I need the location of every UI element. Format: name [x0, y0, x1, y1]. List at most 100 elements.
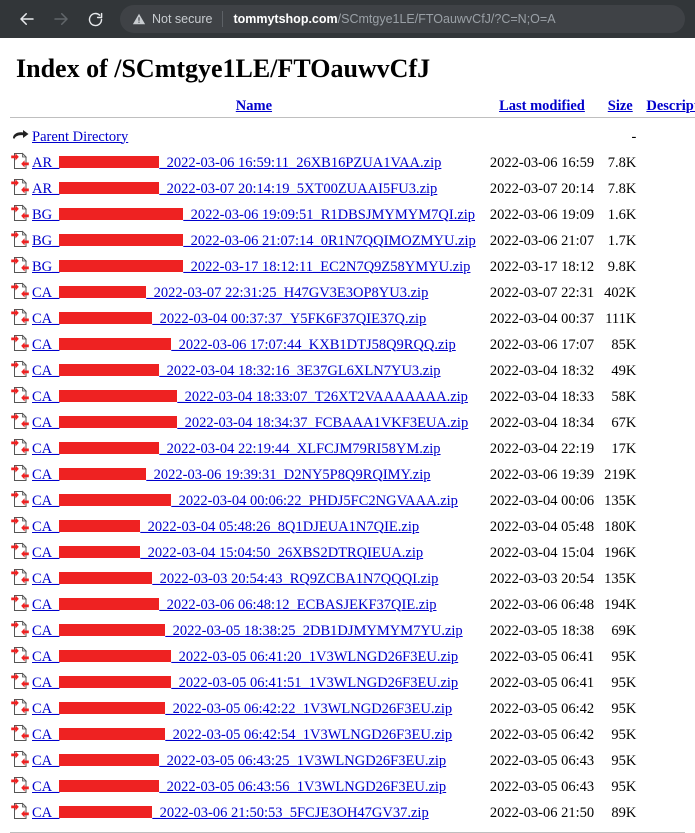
sort-by-description-link[interactable]: Description [646, 98, 695, 114]
file-name-cell[interactable]: CA_ _2022-03-06 21:50:53_5FCJE3OH47GV37.z… [32, 800, 476, 826]
file-name-cell[interactable]: CA_ _2022-03-04 05:48:26_8Q1DJEUA1N7QIE.z… [32, 514, 476, 540]
file-name-link[interactable]: AR_ _2022-03-07 20:14:19_5XT00ZUAAI5FU3.z… [32, 181, 437, 198]
file-name-link[interactable]: CA_ _2022-03-05 06:42:54_1V3WLNGD26F3EU.z… [32, 727, 452, 744]
file-name-cell[interactable]: BG_ _2022-03-17 18:12:11_EC2N7Q9Z58YMYU.z… [32, 254, 476, 280]
table-row[interactable]: CA_ _2022-03-05 06:43:56_1V3WLNGD26F3EU.z… [10, 774, 695, 800]
file-name-link[interactable]: CA_ _2022-03-05 06:43:25_1V3WLNGD26F3EU.z… [32, 753, 446, 770]
reload-icon[interactable] [82, 6, 108, 32]
table-row[interactable]: AR_ _2022-03-07 20:14:19_5XT00ZUAAI5FU3.z… [10, 176, 695, 202]
address-bar[interactable]: Not secure tommytshop.com/SCmtgye1LE/FTO… [120, 5, 685, 33]
file-name-link[interactable]: CA_ _2022-03-05 06:42:22_1V3WLNGD26F3EU.z… [32, 701, 452, 718]
file-modified-cell: 2022-03-07 20:14 [489, 180, 595, 197]
table-row[interactable]: CA_ _2022-03-04 05:48:26_8Q1DJEUA1N7QIE.z… [10, 514, 695, 540]
parent-directory-row[interactable]: Parent Directory - [10, 124, 695, 150]
header-description[interactable]: Description [636, 98, 695, 115]
table-row[interactable]: CA_ _2022-03-05 06:43:25_1V3WLNGD26F3EU.z… [10, 748, 695, 774]
file-name-link[interactable]: CA_ _2022-03-04 00:37:37_Y5FK6F37QIE37Q.z… [32, 311, 426, 328]
table-row[interactable]: CA_ _2022-03-04 00:37:37_Y5FK6F37QIE37Q.z… [10, 306, 695, 332]
file-name-cell[interactable]: CA_ _2022-03-04 18:33:07_T26XT2VAAAAAAA.z… [32, 384, 476, 410]
table-row[interactable]: BG_ _2022-03-17 18:12:11_EC2N7Q9Z58YMYU.z… [10, 254, 695, 280]
file-name-link[interactable]: CA_ _2022-03-05 06:41:20_1V3WLNGD26F3EU.z… [32, 649, 458, 666]
sort-by-name-link[interactable]: Name [236, 98, 272, 114]
table-row[interactable]: CA_ _2022-03-06 17:07:44_KXB1DTJ58Q9RQQ.z… [10, 332, 695, 358]
file-name-cell[interactable]: CA_ _2022-03-06 06:48:12_ECBASJEKF37QIE.z… [32, 592, 476, 618]
file-name-cell[interactable]: CA_ _2022-03-04 00:37:37_Y5FK6F37QIE37Q.z… [32, 306, 476, 332]
sort-by-size-link[interactable]: Size [608, 98, 633, 114]
table-row[interactable]: CA_ _2022-03-06 21:50:53_5FCJE3OH47GV37.z… [10, 800, 695, 826]
table-row[interactable]: CA_ _2022-03-06 19:39:31_D2NY5P8Q9RQIMY.z… [10, 462, 695, 488]
file-name-cell[interactable]: CA_ _2022-03-05 06:42:22_1V3WLNGD26F3EU.z… [32, 696, 476, 722]
file-name-cell[interactable]: CA_ _2022-03-03 20:54:43_RQ9ZCBA1N7QQQI.z… [32, 566, 476, 592]
table-row[interactable]: CA_ _2022-03-04 18:33:07_T26XT2VAAAAAAA.z… [10, 384, 695, 410]
file-name-cell[interactable]: CA_ _2022-03-04 18:34:37_FCBAAA1VKF3EUA.z… [32, 410, 476, 436]
file-name-cell[interactable]: BG_ _2022-03-06 19:09:51_R1DBSJMYMYM7QI.z… [32, 202, 476, 228]
file-name-cell[interactable]: CA_ _2022-03-05 18:38:25_2DB1DJMYMYM7YU.z… [32, 618, 476, 644]
file-name-link[interactable]: CA_ _2022-03-06 06:48:12_ECBASJEKF37QIE.z… [32, 597, 437, 614]
file-name-cell[interactable]: CA_ _2022-03-04 22:19:44_XLFCJM79RI58YM.z… [32, 436, 476, 462]
sort-by-date-link[interactable]: Last modified [499, 98, 585, 114]
file-name-cell[interactable]: CA_ _2022-03-05 06:41:51_1V3WLNGD26F3EU.z… [32, 670, 476, 696]
file-name-link[interactable]: BG_ _2022-03-06 21:07:14_0R1N7QQIMOZMYU.z… [32, 233, 476, 250]
file-name-link[interactable]: BG_ _2022-03-06 19:09:51_R1DBSJMYMYM7QI.z… [32, 207, 475, 224]
file-name-link[interactable]: CA_ _2022-03-05 06:43:56_1V3WLNGD26F3EU.z… [32, 779, 446, 796]
file-name-cell[interactable]: BG_ _2022-03-06 21:07:14_0R1N7QQIMOZMYU.z… [32, 228, 476, 254]
file-name-cell[interactable]: CA_ _2022-03-07 22:31:25_H47GV3E3OP8YU3.z… [32, 280, 476, 306]
table-row[interactable]: BG_ _2022-03-06 21:07:14_0R1N7QQIMOZMYU.z… [10, 228, 695, 254]
file-name-cell[interactable]: CA_ _2022-03-05 06:43:56_1V3WLNGD26F3EU.z… [32, 774, 476, 800]
file-name-link[interactable]: CA_ _2022-03-05 18:38:25_2DB1DJMYMYM7YU.z… [32, 623, 463, 640]
header-last-modified[interactable]: Last modified [476, 98, 594, 115]
header-size[interactable]: Size [594, 98, 636, 115]
back-arrow-icon[interactable] [14, 6, 40, 32]
forward-arrow-icon[interactable] [48, 6, 74, 32]
redaction-block [59, 363, 160, 376]
file-name-cell[interactable]: CA_ _2022-03-05 06:41:20_1V3WLNGD26F3EU.z… [32, 644, 476, 670]
table-row[interactable]: BG_ _2022-03-06 19:09:51_R1DBSJMYMYM7QI.z… [10, 202, 695, 228]
url-path: /SCmtgye1LE/FTOauwvCfJ/?C=N;O=A [337, 12, 556, 26]
file-name-link[interactable]: CA_ _2022-03-06 17:07:44_KXB1DTJ58Q9RQQ.z… [32, 337, 456, 354]
file-name-cell[interactable]: CA_ _2022-03-06 19:39:31_D2NY5P8Q9RQIMY.z… [32, 462, 476, 488]
table-row[interactable]: CA_ _2022-03-06 06:48:12_ECBASJEKF37QIE.z… [10, 592, 695, 618]
table-row[interactable]: CA_ _2022-03-04 15:04:50_26XBS2DTRQIEUA.z… [10, 540, 695, 566]
file-name-cell[interactable]: CA_ _2022-03-04 18:32:16_3E37GL6XLN7YU3.z… [32, 358, 476, 384]
table-row[interactable]: AR_ _2022-03-06 16:59:11_26XB16PZUA1VAA.z… [10, 150, 695, 176]
file-name-link[interactable]: CA_ _2022-03-06 19:39:31_D2NY5P8Q9RQIMY.z… [32, 467, 431, 484]
header-name[interactable]: Name [32, 98, 476, 115]
table-row[interactable]: CA_ _2022-03-05 06:42:54_1V3WLNGD26F3EU.z… [10, 722, 695, 748]
file-description-cell [636, 358, 695, 384]
file-name-link[interactable]: CA_ _2022-03-04 18:34:37_FCBAAA1VKF3EUA.z… [32, 415, 468, 432]
table-row[interactable]: CA_ _2022-03-04 22:19:44_XLFCJM79RI58YM.z… [10, 436, 695, 462]
file-name-cell[interactable]: CA_ _2022-03-06 17:07:44_KXB1DTJ58Q9RQQ.z… [32, 332, 476, 358]
file-name-link[interactable]: CA_ _2022-03-07 22:31:25_H47GV3E3OP8YU3.z… [32, 285, 428, 302]
table-row[interactable]: CA_ _2022-03-04 00:06:22_PHDJ5FC2NGVAAA.z… [10, 488, 695, 514]
file-name-link[interactable]: CA_ _2022-03-04 18:32:16_3E37GL6XLN7YU3.z… [32, 363, 441, 380]
file-name-cell[interactable]: AR_ _2022-03-07 20:14:19_5XT00ZUAAI5FU3.z… [32, 176, 476, 202]
table-row[interactable]: CA_ _2022-03-05 06:42:22_1V3WLNGD26F3EU.z… [10, 696, 695, 722]
table-row[interactable]: CA_ _2022-03-04 18:34:37_FCBAAA1VKF3EUA.z… [10, 410, 695, 436]
file-name-link[interactable]: CA_ _2022-03-04 18:33:07_T26XT2VAAAAAAA.z… [32, 389, 468, 406]
table-row[interactable]: CA_ _2022-03-05 06:41:51_1V3WLNGD26F3EU.z… [10, 670, 695, 696]
file-name-cell[interactable]: CA_ _2022-03-05 06:42:54_1V3WLNGD26F3EU.z… [32, 722, 476, 748]
file-name-cell[interactable]: CA_ _2022-03-04 00:06:22_PHDJ5FC2NGVAAA.z… [32, 488, 476, 514]
table-row[interactable]: CA_ _2022-03-07 22:31:25_H47GV3E3OP8YU3.z… [10, 280, 695, 306]
file-name-link[interactable]: CA_ _2022-03-04 05:48:26_8Q1DJEUA1N7QIE.z… [32, 519, 419, 536]
parent-directory-link[interactable]: Parent Directory [32, 129, 128, 145]
file-icon-cell [10, 384, 32, 410]
file-name-link[interactable]: AR_ _2022-03-06 16:59:11_26XB16PZUA1VAA.z… [32, 155, 441, 172]
file-name-link[interactable]: BG_ _2022-03-17 18:12:11_EC2N7Q9Z58YMYU.z… [32, 259, 470, 276]
table-row[interactable]: CA_ _2022-03-05 18:38:25_2DB1DJMYMYM7YU.z… [10, 618, 695, 644]
file-name-cell[interactable]: AR_ _2022-03-06 16:59:11_26XB16PZUA1VAA.z… [32, 150, 476, 176]
file-name-link[interactable]: CA_ _2022-03-05 06:41:51_1V3WLNGD26F3EU.z… [32, 675, 458, 692]
file-name-link[interactable]: CA_ _2022-03-03 20:54:43_RQ9ZCBA1N7QQQI.z… [32, 571, 438, 588]
parent-directory-name-cell[interactable]: Parent Directory [32, 124, 476, 150]
table-row[interactable]: CA_ _2022-03-04 18:32:16_3E37GL6XLN7YU3.z… [10, 358, 695, 384]
zip-file-icon [10, 177, 30, 202]
file-name-prefix: CA_ [32, 726, 60, 743]
file-name-cell[interactable]: CA_ _2022-03-04 15:04:50_26XBS2DTRQIEUA.z… [32, 540, 476, 566]
table-row[interactable]: CA_ _2022-03-05 06:41:20_1V3WLNGD26F3EU.z… [10, 644, 695, 670]
table-row[interactable]: CA_ _2022-03-03 20:54:43_RQ9ZCBA1N7QQQI.z… [10, 566, 695, 592]
file-name-link[interactable]: CA_ _2022-03-06 21:50:53_5FCJE3OH47GV37.z… [32, 805, 429, 822]
file-name-link[interactable]: CA_ _2022-03-04 22:19:44_XLFCJM79RI58YM.z… [32, 441, 441, 458]
file-name-link[interactable]: CA_ _2022-03-04 15:04:50_26XBS2DTRQIEUA.z… [32, 545, 423, 562]
file-name-link[interactable]: CA_ _2022-03-04 00:06:22_PHDJ5FC2NGVAAA.z… [32, 493, 458, 510]
file-name-cell[interactable]: CA_ _2022-03-05 06:43:25_1V3WLNGD26F3EU.z… [32, 748, 476, 774]
